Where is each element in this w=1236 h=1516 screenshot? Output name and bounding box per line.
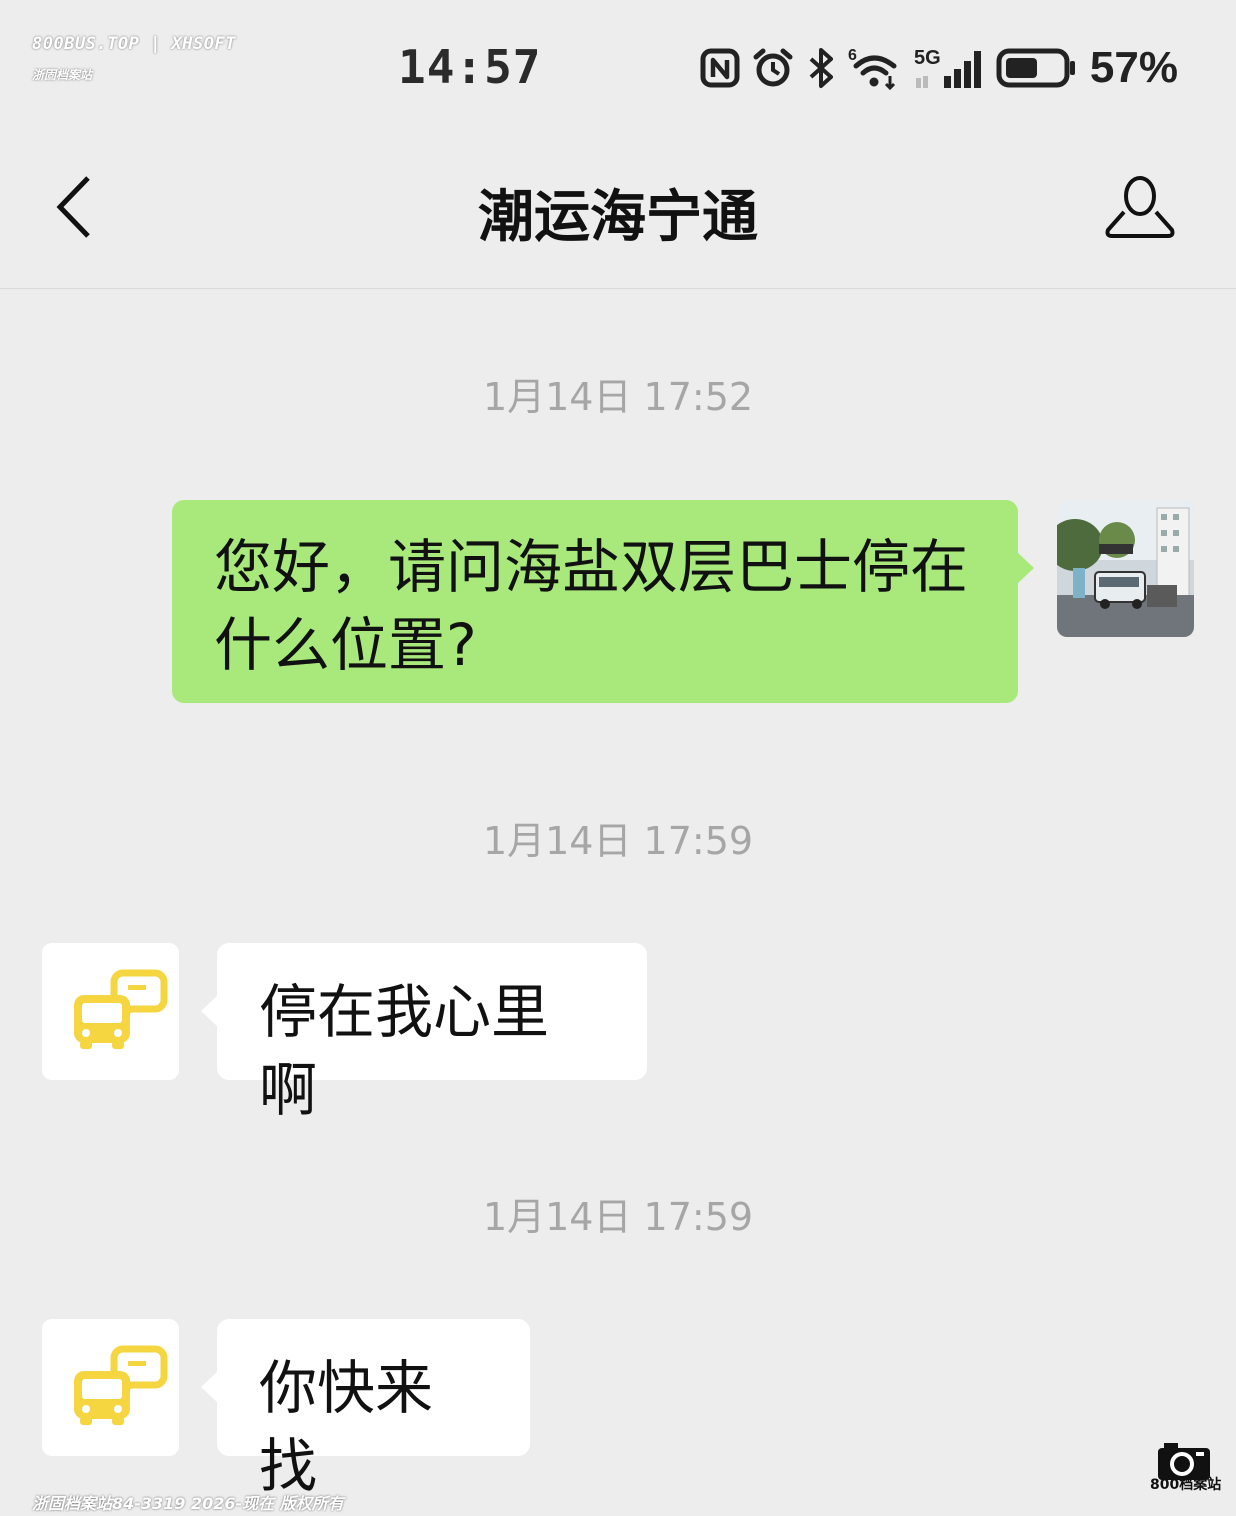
navbar: 潮运海宁通 (0, 128, 1236, 289)
battery-icon (996, 48, 1075, 88)
battery-percent: 57% (1089, 43, 1178, 92)
page-title: 潮运海宁通 (478, 185, 758, 250)
nfc-icon (700, 48, 740, 88)
alarm-icon (753, 48, 793, 87)
timestamp: 1月14日 17:52 (482, 375, 754, 419)
incoming-message[interactable]: 停在我心里啊 (201, 943, 647, 1124)
status-time: 14:57 (398, 40, 542, 94)
message-text: 停在我心里啊 (259, 978, 550, 1124)
user-avatar[interactable] (1057, 500, 1194, 637)
person-icon (1105, 176, 1175, 238)
message-text: 您好，请问海盐双层巴士停在什么位置? (214, 533, 969, 679)
outgoing-message[interactable]: 您好，请问海盐双层巴士停在什么位置? (172, 500, 1034, 703)
bus-chat-logo (74, 1345, 168, 1425)
corner-logo-text: 800档案站 (1150, 1477, 1222, 1493)
status-icons: 6 5G 57% (700, 42, 1178, 94)
network-label: 5G (914, 47, 941, 69)
contact-avatar[interactable] (42, 1319, 179, 1456)
watermark-top: 800BUS.TOP | XHSOFT (32, 34, 236, 54)
timestamp: 1月14日 17:59 (482, 819, 754, 863)
watermark-top-sub: 浙固档案站 (32, 68, 93, 82)
signal-icon: 5G (914, 47, 981, 88)
incoming-message[interactable]: 你快来找 (201, 1319, 530, 1500)
bus-chat-logo (74, 969, 168, 1049)
message-text: 你快来找 (259, 1354, 434, 1500)
timestamp: 1月14日 17:59 (482, 1195, 754, 1239)
profile-button[interactable] (1104, 172, 1176, 244)
bluetooth-icon (809, 48, 833, 88)
wifi-icon: 6 (848, 47, 897, 90)
wifi-label: 6 (848, 47, 857, 64)
user-photo-avatar (1057, 500, 1194, 637)
watermark-bottom: 浙固档案站84-3319 2026-现在 版权所有 (32, 1494, 344, 1513)
contact-avatar[interactable] (42, 943, 179, 1080)
